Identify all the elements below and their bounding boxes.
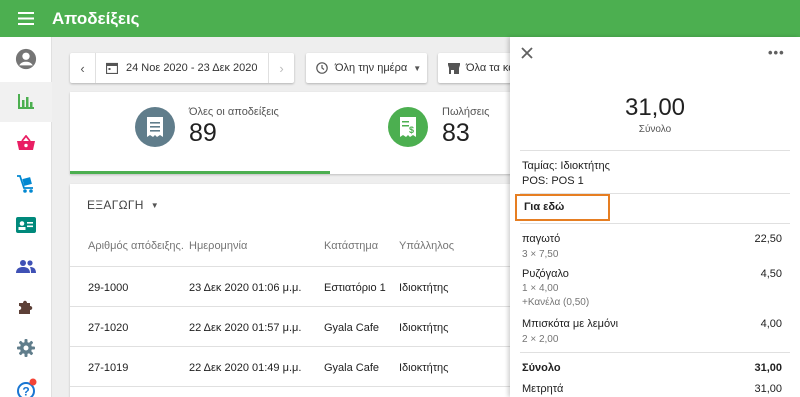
- row-3-store: Gyala Cafe: [324, 362, 380, 374]
- summary-all-receipts[interactable]: Όλες οι αποδείξεις 89: [135, 106, 279, 148]
- row-1-store: Εστιατόριο 1: [324, 282, 386, 294]
- chevron-right-icon: ›: [279, 60, 284, 76]
- date-range-label: 24 Νοε 2020 - 23 Δεκ 2020: [126, 62, 258, 74]
- item-2-name: Ρυζόγαλο: [522, 268, 569, 280]
- total-value: 31,00: [754, 362, 782, 374]
- row-1-employee: Ιδιοκτήτης: [399, 282, 449, 294]
- sidebar-item-integrations[interactable]: [0, 287, 52, 327]
- pos-label: POS: POS 1: [522, 175, 584, 187]
- column-header-date[interactable]: Ημερομηνία: [189, 240, 247, 252]
- payment-amount: 31,00: [754, 383, 782, 395]
- row-1-receipt-number[interactable]: 29-1000: [88, 282, 128, 294]
- row-2-employee: Ιδιοκτήτης: [399, 322, 449, 334]
- receipt-detail-panel: ••• 31,00 Σύνολο Ταμίας: Ιδιοκτήτης POS:…: [510, 37, 800, 397]
- summary-all-value: 89: [189, 119, 217, 147]
- summary-sales-value: 83: [442, 119, 470, 147]
- item-1-quantity: 3 × 7,50: [522, 249, 559, 260]
- prev-period-button[interactable]: ‹: [70, 53, 96, 83]
- more-options-icon[interactable]: •••: [768, 45, 785, 60]
- column-header-employee[interactable]: Υπάλληλος: [399, 240, 454, 252]
- help-icon: ?: [17, 378, 37, 397]
- dropdown-arrow-icon: ▼: [150, 200, 159, 210]
- export-button[interactable]: ΕΞΑΓΩΓΗ ▼: [87, 198, 159, 212]
- sidebar-item-reports[interactable]: [0, 82, 52, 122]
- active-tab-indicator: [70, 171, 330, 174]
- sidebar-item-sales[interactable]: [0, 123, 52, 163]
- sidebar-item-settings[interactable]: [0, 328, 52, 368]
- page-title: Αποδείξεις: [52, 8, 140, 28]
- item-1-price: 22,50: [754, 233, 782, 245]
- divider: [520, 150, 790, 151]
- divider: [520, 223, 790, 224]
- date-range-filter: ‹ 24 Νοε 2020 - 23 Δεκ 2020 ›: [70, 53, 294, 83]
- puzzle-icon: [19, 300, 33, 314]
- gear-icon: [17, 339, 35, 357]
- receipt-total-caption: Σύνολο: [638, 124, 672, 135]
- calendar-icon: [106, 62, 118, 74]
- bar-chart-icon: [18, 94, 34, 109]
- date-range-picker[interactable]: 24 Νοε 2020 - 23 Δεκ 2020: [96, 53, 268, 83]
- id-card-icon: [16, 217, 36, 233]
- item-3-name: Μπισκότα με λεμόνι: [522, 318, 619, 330]
- hamburger-menu-icon[interactable]: [0, 0, 52, 37]
- shopping-basket-icon: [17, 135, 35, 150]
- row-3-receipt-number[interactable]: 27-1019: [88, 362, 128, 374]
- row-2-receipt-number[interactable]: 27-1020: [88, 322, 128, 334]
- row-1-date: 23 Δεκ 2020 01:06 μ.μ.: [189, 282, 302, 294]
- divider: [520, 352, 790, 353]
- payment-method-label: Μετρητά: [522, 383, 564, 395]
- item-3-quantity: 2 × 2,00: [522, 334, 559, 345]
- sidebar-item-customers[interactable]: [0, 205, 52, 245]
- dining-option-highlight: Για εδώ: [515, 194, 610, 221]
- time-filter[interactable]: Όλη την ημέρα ▼: [306, 53, 427, 83]
- sidebar-item-account[interactable]: [0, 39, 52, 79]
- receipt-icon: [135, 107, 175, 147]
- row-2-date: 22 Δεκ 2020 01:57 μ.μ.: [189, 322, 302, 334]
- app-bar: Αποδείξεις: [0, 0, 800, 37]
- column-header-receipt-number[interactable]: Αριθμός απόδειξης.: [88, 240, 184, 252]
- time-filter-label: Όλη την ημέρα: [335, 62, 408, 74]
- store-icon: [448, 62, 460, 74]
- item-3-price: 4,00: [760, 318, 782, 330]
- account-icon: [15, 48, 37, 70]
- svg-text:?: ?: [22, 385, 29, 397]
- sidebar-item-help[interactable]: ?: [0, 369, 52, 397]
- sales-receipt-icon: $: [388, 107, 428, 147]
- summary-all-label: Όλες οι αποδείξεις: [189, 106, 279, 118]
- item-2-price: 4,50: [760, 268, 782, 280]
- item-1-name: παγωτό: [522, 233, 561, 245]
- next-period-button[interactable]: ›: [268, 53, 294, 83]
- dropdown-arrow-icon: ▼: [413, 63, 422, 73]
- summary-sales-label: Πωλήσεις: [442, 106, 490, 118]
- store-filter-label: Όλα τα κα: [466, 62, 515, 74]
- receipt-total-amount: 31,00: [624, 94, 686, 121]
- row-2-store: Gyala Cafe: [324, 322, 380, 334]
- total-label: Σύνολο: [522, 362, 561, 374]
- cashier-label: Ταμίας: Ιδιοκτήτης: [522, 160, 610, 172]
- sidebar-item-items[interactable]: [0, 164, 52, 204]
- close-icon[interactable]: [520, 46, 534, 60]
- row-3-employee: Ιδιοκτήτης: [399, 362, 449, 374]
- export-label: ΕΞΑΓΩΓΗ: [87, 198, 144, 212]
- clock-icon: [316, 62, 328, 74]
- cart-icon: [17, 175, 33, 193]
- column-header-store[interactable]: Κατάστημα: [324, 240, 378, 252]
- summary-sales[interactable]: $ Πωλήσεις 83: [388, 106, 489, 148]
- chevron-left-icon: ‹: [80, 60, 85, 76]
- item-2-quantity: 1 × 4,00: [522, 283, 559, 294]
- item-2-modifier: +Κανέλα (0,50): [522, 297, 590, 308]
- people-icon: [16, 260, 36, 273]
- dining-option: Για εδώ: [524, 201, 565, 213]
- svg-text:$: $: [409, 125, 414, 135]
- row-3-date: 22 Δεκ 2020 01:49 μ.μ.: [189, 362, 302, 374]
- sidebar-item-employees[interactable]: [0, 246, 52, 286]
- sidebar: ?: [0, 37, 52, 397]
